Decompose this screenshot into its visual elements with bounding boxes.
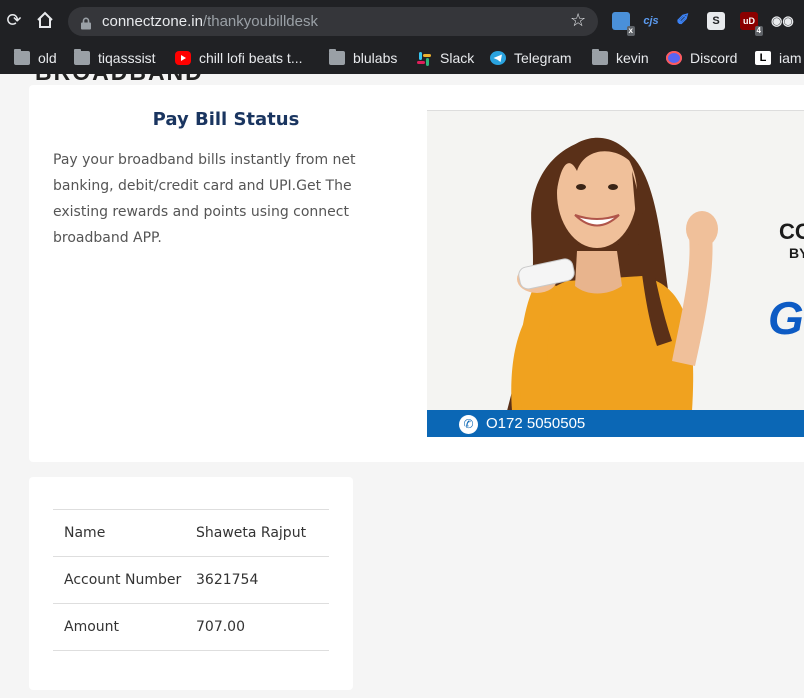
bookmark-lofi[interactable]: chill lofi beats t... xyxy=(175,49,303,67)
bookmark-label: blulabs xyxy=(353,50,398,66)
promo-banner: CO BY G ✆ O172 5050505 xyxy=(427,110,804,437)
window-manager-extension-icon[interactable]: x xyxy=(612,12,635,36)
youtube-icon xyxy=(175,51,191,65)
detail-label: Name xyxy=(64,525,106,541)
table-row: Amount 707.00 xyxy=(53,603,329,651)
slack-icon xyxy=(416,51,432,66)
bill-details-table: Name Shaweta Rajput Account Number 36217… xyxy=(53,509,329,651)
detail-value: 3621754 xyxy=(196,572,259,588)
bill-details-card: Name Shaweta Rajput Account Number 36217… xyxy=(29,477,353,690)
status-description: Pay your broadband bills instantly from … xyxy=(53,152,356,246)
folder-icon xyxy=(74,49,90,65)
bookmark-kevin[interactable]: kevin xyxy=(592,49,649,67)
bookmark-star-icon[interactable]: ☆ xyxy=(570,10,586,31)
brand-text-line2: BY xyxy=(789,245,804,261)
bookmark-tiqasssist[interactable]: tiqasssist xyxy=(74,49,156,67)
folder-icon xyxy=(329,49,345,65)
bookmark-label: kevin xyxy=(616,50,649,66)
folder-icon xyxy=(14,49,30,65)
telegram-icon xyxy=(490,51,506,65)
s-extension-icon[interactable]: S xyxy=(707,12,725,30)
url-domain: connectzone.in xyxy=(102,13,203,30)
detail-label: Amount xyxy=(64,619,120,635)
pen-extension-icon[interactable]: ✐ xyxy=(674,12,692,30)
bookmark-slack[interactable]: Slack xyxy=(416,49,474,67)
bookmark-label: tiqasssist xyxy=(98,50,156,66)
table-row: Name Shaweta Rajput xyxy=(53,509,329,557)
bookmark-label: Slack xyxy=(440,50,475,66)
bookmark-label: Discord xyxy=(690,50,738,66)
lock-icon xyxy=(80,15,92,30)
brand-text-line3: G xyxy=(768,292,804,344)
bookmark-telegram[interactable]: Telegram xyxy=(490,49,572,67)
bookmark-blulabs[interactable]: blulabs xyxy=(329,49,397,67)
bookmarks-bar: old tiqasssist chill lofi beats t... blu… xyxy=(0,42,804,74)
extension-badge: x xyxy=(626,26,635,36)
bookmark-old[interactable]: old xyxy=(14,49,57,67)
page-content: BROADBAND Pay Bill Status Pay your broad… xyxy=(0,74,804,698)
cjs-extension-icon[interactable]: cjs xyxy=(642,12,660,30)
pay-bill-status-card: Pay Bill Status Pay your broadband bills… xyxy=(29,85,804,462)
bookmark-label: old xyxy=(38,50,57,66)
ublock-extension-icon[interactable]: uD 4 xyxy=(740,12,763,36)
reload-icon[interactable]: ⟳ xyxy=(3,10,25,32)
bookmark-label: chill lofi beats t... xyxy=(199,50,303,66)
ublock-label: uD xyxy=(743,16,755,26)
contact-strip: ✆ O172 5050505 xyxy=(427,410,804,437)
bookmark-label: Telegram xyxy=(514,50,572,66)
folder-icon xyxy=(592,49,608,65)
brand-text-line1: CO xyxy=(779,219,804,244)
url-path: /thankyoubilldesk xyxy=(202,13,318,30)
page-title: Pay Bill Status xyxy=(152,109,300,130)
address-bar[interactable]: connectzone.in/thankyoubilldesk ☆ xyxy=(68,7,598,36)
discord-icon xyxy=(666,51,682,65)
extension-badge: 4 xyxy=(754,26,763,36)
bookmark-discord[interactable]: Discord xyxy=(666,49,737,67)
phone-icon: ✆ xyxy=(459,415,478,434)
table-row: Account Number 3621754 xyxy=(53,556,329,604)
spy-extension-icon[interactable]: ◉◉ xyxy=(771,12,794,30)
phone-number: O172 5050505 xyxy=(486,415,586,432)
url-text: connectzone.in/thankyoubilldesk xyxy=(102,13,318,30)
bookmark-label: iam xyxy=(779,50,802,66)
home-icon[interactable] xyxy=(34,10,56,32)
browser-toolbar: ⟳ connectzone.in/thankyoubilldesk ☆ x cj… xyxy=(0,0,804,42)
detail-label: Account Number xyxy=(64,572,182,588)
detail-value: Shaweta Rajput xyxy=(196,525,307,541)
bookmark-iam[interactable]: L iam xyxy=(755,49,802,67)
detail-value: 707.00 xyxy=(196,619,245,635)
woman-with-phone-illustration xyxy=(427,111,804,411)
l-icon: L xyxy=(755,51,771,65)
